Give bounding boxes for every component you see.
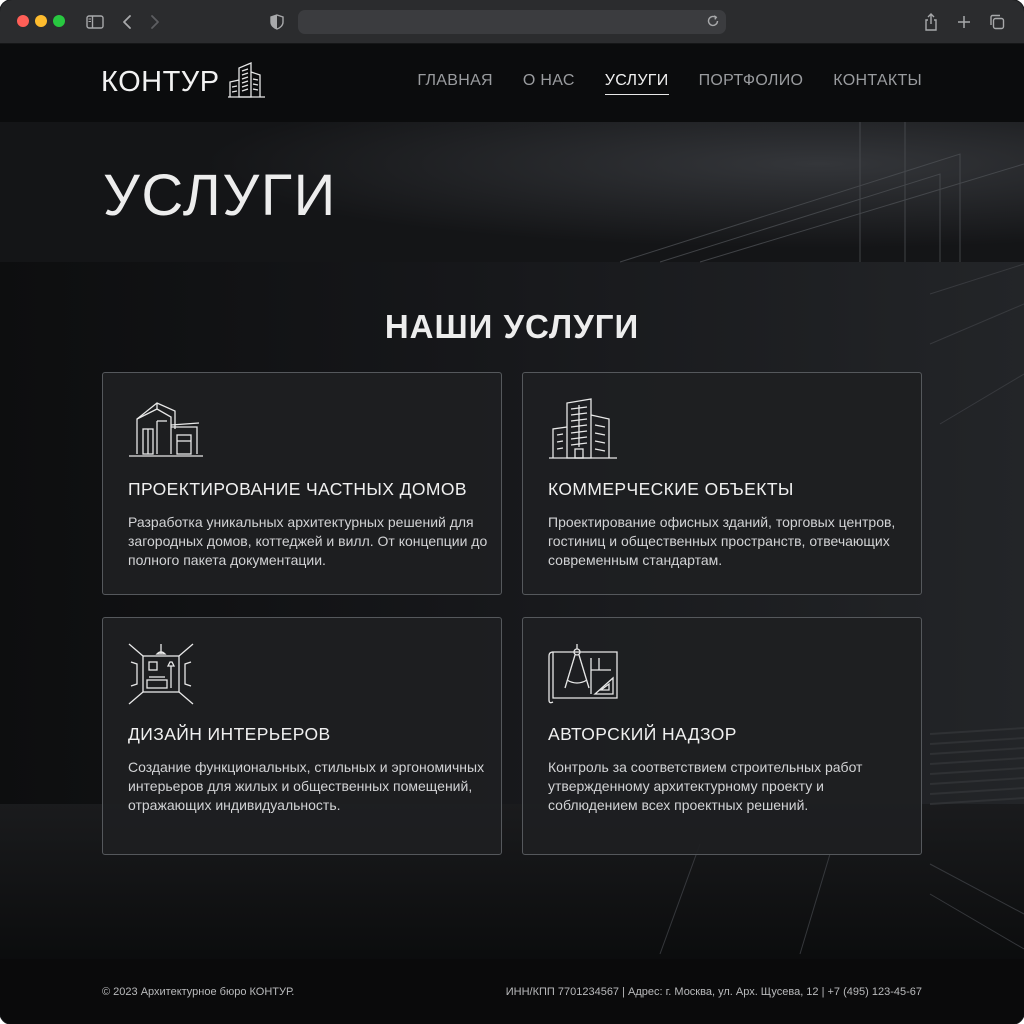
nav-link-about[interactable]: О НАС bbox=[523, 72, 575, 94]
service-card-interior-design[interactable]: ДИЗАЙН ИНТЕРЬЕРОВ Создание функциональны… bbox=[102, 617, 502, 855]
nav-link-services[interactable]: УСЛУГИ bbox=[604, 72, 669, 95]
forward-arrow-icon[interactable] bbox=[148, 11, 162, 33]
service-card-title: ПРОЕКТИРОВАНИЕ ЧАСТНЫХ ДОМОВ bbox=[128, 479, 467, 499]
logo-text: КОНТУР bbox=[101, 65, 220, 98]
service-card-supervision[interactable]: АВТОРСКИЙ НАДЗОР Контроль за соответстви… bbox=[522, 617, 922, 855]
service-card-title: КОММЕРЧЕСКИЕ ОБЪЕКТЫ bbox=[548, 479, 794, 499]
services-heading: НАШИ УСЛУГИ bbox=[384, 308, 640, 345]
service-card-description: Разработка уникальных архитектурных реше… bbox=[128, 514, 488, 568]
nav-link-portfolio[interactable]: ПОРТФОЛИО bbox=[699, 72, 804, 94]
service-card-description: Контроль за соответствием строительных р… bbox=[548, 759, 863, 813]
back-arrow-icon[interactable] bbox=[120, 11, 134, 33]
browser-toolbar bbox=[0, 0, 1024, 44]
close-window-button[interactable] bbox=[17, 15, 29, 27]
tab-overview-icon[interactable] bbox=[988, 11, 1006, 33]
service-card-description: Проектирование офисных зданий, торговых … bbox=[548, 514, 896, 568]
nav-link-home[interactable]: ГЛАВНАЯ bbox=[417, 72, 493, 94]
service-card-commercial[interactable]: КОММЕРЧЕСКИЕ ОБЪЕКТЫ Проектирование офис… bbox=[522, 372, 922, 595]
zoom-window-button[interactable] bbox=[53, 15, 65, 27]
footer-copyright: © 2023 Архитектурное бюро КОНТУР. bbox=[102, 986, 295, 998]
hero-banner: УСЛУГИ bbox=[0, 122, 1024, 262]
footer-company-details: ИНН/КПП 7701234567 | Адрес: г. Москва, у… bbox=[505, 986, 922, 998]
service-card-title: АВТОРСКИЙ НАДЗОР bbox=[548, 724, 737, 744]
minimize-window-button[interactable] bbox=[35, 15, 47, 27]
main-nav: ГЛАВНАЯ О НАС УСЛУГИ ПОРТФОЛИО КОНТАКТЫ bbox=[417, 72, 922, 95]
blueprint-compass-icon bbox=[548, 644, 618, 704]
logo[interactable]: КОНТУР bbox=[101, 62, 266, 102]
page-title: УСЛУГИ bbox=[103, 163, 337, 228]
site-header: КОНТУР ГЛАВНАЯ О НАС УСЛУГИ ПОРТФОЛИО КО… bbox=[0, 44, 1024, 122]
privacy-shield-icon[interactable] bbox=[268, 11, 286, 33]
building-logo-icon bbox=[227, 62, 265, 98]
service-card-description: Создание функциональных, стильных и эрго… bbox=[128, 759, 485, 813]
interior-room-icon bbox=[128, 643, 194, 705]
service-card-title: ДИЗАЙН ИНТЕРЬЕРОВ bbox=[128, 724, 331, 744]
house-icon bbox=[129, 402, 203, 457]
browser-window: КОНТУР ГЛАВНАЯ О НАС УСЛУГИ ПОРТФОЛИО КО… bbox=[0, 0, 1024, 1024]
web-page: КОНТУР ГЛАВНАЯ О НАС УСЛУГИ ПОРТФОЛИО КО… bbox=[0, 44, 1024, 1024]
new-tab-icon[interactable] bbox=[955, 11, 973, 33]
service-card-private-houses[interactable]: ПРОЕКТИРОВАНИЕ ЧАСТНЫХ ДОМОВ Разработка … bbox=[102, 372, 502, 595]
site-footer: © 2023 Архитектурное бюро КОНТУР. ИНН/КП… bbox=[0, 959, 1024, 1024]
address-bar[interactable] bbox=[298, 10, 726, 34]
sidebar-toggle-icon[interactable] bbox=[85, 11, 105, 33]
office-building-icon bbox=[549, 398, 617, 459]
share-icon[interactable] bbox=[922, 11, 940, 33]
reload-icon[interactable] bbox=[706, 14, 720, 33]
nav-link-contacts[interactable]: КОНТАКТЫ bbox=[833, 72, 922, 94]
